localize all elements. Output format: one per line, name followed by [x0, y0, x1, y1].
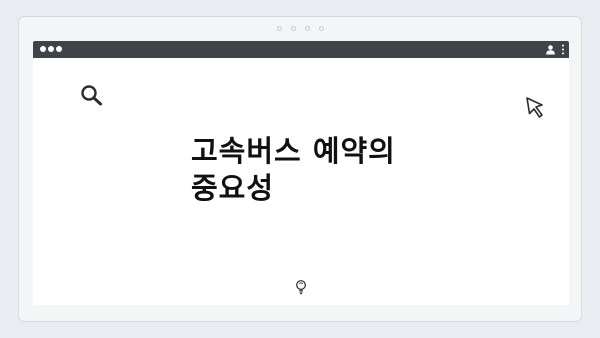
frame-dot	[290, 26, 296, 31]
user-icon[interactable]	[545, 44, 556, 55]
headline-line-1: 고속버스 예약의	[191, 134, 396, 168]
window-control-dot[interactable]	[48, 46, 54, 52]
frame-dots	[19, 26, 581, 31]
frame-dot	[318, 26, 324, 31]
browser-window: 고속버스 예약의 중요성	[33, 41, 569, 305]
window-titlebar	[33, 41, 569, 58]
kebab-menu-icon[interactable]	[561, 44, 565, 55]
window-control-dot[interactable]	[40, 46, 46, 52]
headline-line-2: 중요성	[191, 171, 275, 205]
frame-dot	[304, 26, 310, 31]
window-control-dot[interactable]	[56, 46, 62, 52]
lightbulb-icon	[296, 280, 306, 295]
frame-dot	[276, 26, 282, 31]
page-headline: 고속버스 예약의 중요성	[191, 133, 491, 207]
cursor-arrow-icon	[526, 97, 543, 118]
search-icon	[81, 85, 102, 106]
